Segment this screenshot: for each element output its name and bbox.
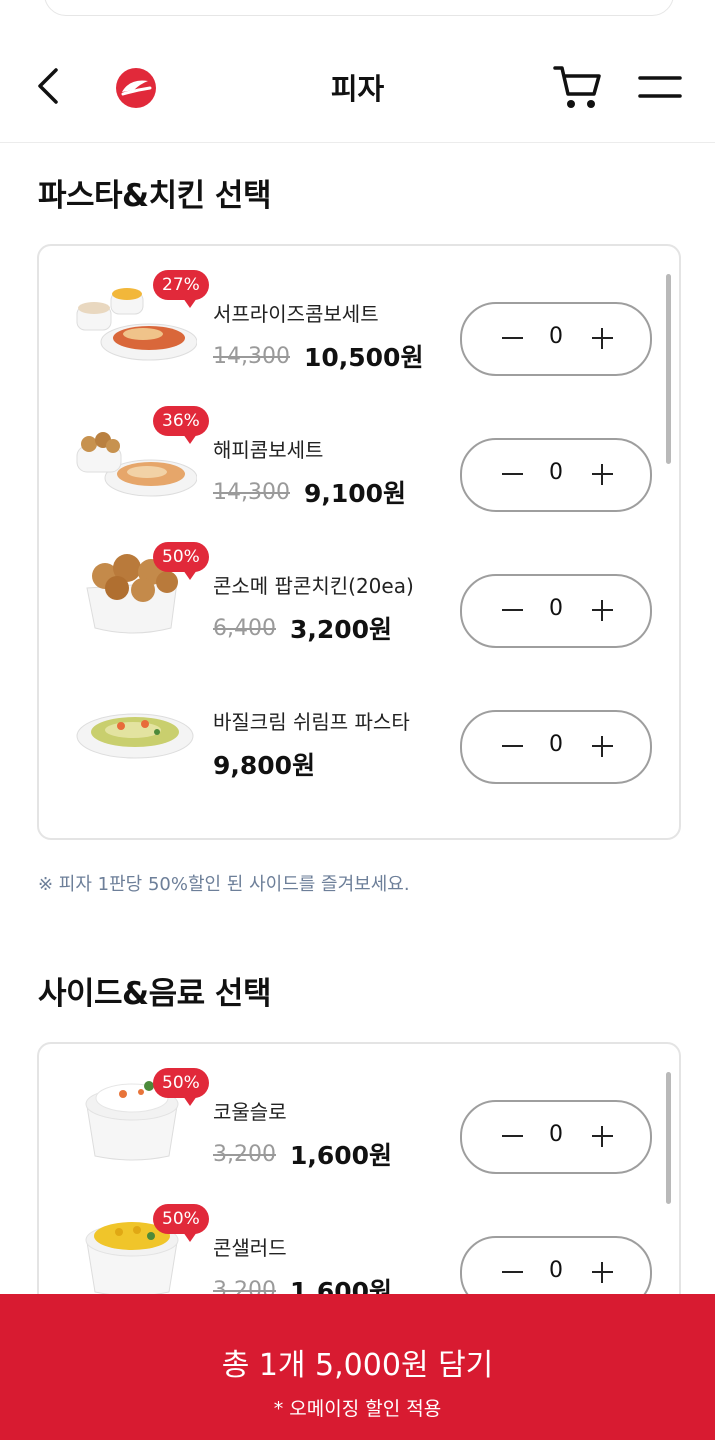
plus-icon[interactable] (584, 320, 620, 356)
item-name: 바질크림 쉬림프 파스타 (213, 710, 410, 734)
discount-applied-note: * 오메이징 할인 적용 (273, 1398, 442, 1420)
list-item: 50% 콘소메 팝콘치킨(20ea) 6,400 3,200원 0 (39, 518, 679, 654)
quantity-value: 0 (549, 460, 563, 485)
hamburger-menu-icon (638, 76, 682, 98)
quantity-value: 0 (549, 596, 563, 621)
list-item: 36% 해피콤보세트 14,300 9,100원 0 (39, 382, 679, 518)
side-discount-notice: ※ 피자 1판당 50%할인 된 사이드를 즐겨보세요. (38, 874, 410, 895)
item-name: 콘소메 팝콘치킨(20ea) (213, 574, 414, 598)
page-title: 피자 (330, 72, 385, 106)
pasta-chicken-list[interactable]: 27% 서프라이즈콤보세트 14,300 10,500원 0 36% 해피콤보세트… (37, 244, 681, 840)
cart-icon (553, 66, 601, 108)
discount-badge: 27% (153, 270, 209, 308)
add-to-cart-summary: 총 1개 5,000원 담기 (221, 1348, 494, 1383)
quantity-stepper: 0 (460, 438, 652, 512)
previous-card-edge (44, 0, 674, 16)
cart-button[interactable] (552, 62, 604, 112)
list-item: 50% 코울슬로 3,200 1,600원 0 (39, 1044, 679, 1180)
price-line: 14,300 9,100원 (213, 474, 406, 510)
plus-icon[interactable] (584, 592, 620, 628)
quantity-stepper: 0 (460, 302, 652, 376)
section-title-side-drink: 사이드&음료 선택 (38, 976, 271, 1012)
app-header: 피자 (0, 40, 715, 143)
item-name: 해피콤보세트 (213, 438, 324, 462)
plus-icon[interactable] (584, 1118, 620, 1154)
quantity-stepper: 0 (460, 710, 652, 784)
sale-price: 9,100원 (303, 479, 407, 508)
quantity-value: 0 (549, 324, 563, 349)
original-price: 14,300 (213, 479, 290, 505)
item-name: 서프라이즈콤보세트 (213, 302, 379, 326)
original-price: 14,300 (213, 343, 290, 369)
sale-price: 1,600원 (289, 1141, 393, 1170)
minus-icon[interactable] (494, 320, 530, 356)
price-line: 6,400 3,200원 (213, 610, 392, 646)
discount-badge: 36% (153, 406, 209, 444)
plus-icon[interactable] (584, 456, 620, 492)
list-item: 27% 서프라이즈콤보세트 14,300 10,500원 0 (39, 246, 679, 382)
add-to-cart-button[interactable]: 총 1개 5,000원 담기 * 오메이징 할인 적용 (0, 1294, 715, 1440)
quantity-stepper: 0 (460, 1100, 652, 1174)
quantity-stepper: 0 (460, 574, 652, 648)
section-title-pasta-chicken: 파스타&치킨 선택 (38, 178, 271, 214)
minus-icon[interactable] (494, 1118, 530, 1154)
discount-badge: 50% (153, 1204, 209, 1242)
item-name: 코울슬로 (213, 1100, 287, 1124)
plus-icon[interactable] (584, 1254, 620, 1290)
original-price: 3,200 (213, 1141, 276, 1167)
quantity-value: 0 (549, 1258, 563, 1283)
sale-price: 9,800원 (213, 751, 316, 780)
price-line: 3,200 1,600원 (213, 1136, 392, 1172)
menu-button[interactable] (636, 72, 684, 104)
plus-icon[interactable] (584, 728, 620, 764)
list-item: 바질크림 쉬림프 파스타 9,800원 0 (39, 654, 679, 790)
discount-badge: 50% (153, 542, 209, 580)
sale-price: 10,500원 (303, 343, 424, 372)
minus-icon[interactable] (494, 728, 530, 764)
discount-badge: 50% (153, 1068, 209, 1106)
basil-pasta-image (76, 713, 194, 759)
price-line: 9,800원 (213, 746, 315, 782)
minus-icon[interactable] (494, 456, 530, 492)
original-price: 6,400 (213, 615, 276, 641)
minus-icon[interactable] (494, 592, 530, 628)
sale-price: 3,200원 (289, 615, 393, 644)
quantity-value: 0 (549, 1122, 563, 1147)
item-name: 콘샐러드 (213, 1236, 287, 1260)
minus-icon[interactable] (494, 1254, 530, 1290)
price-line: 14,300 10,500원 (213, 338, 423, 374)
quantity-value: 0 (549, 732, 563, 757)
